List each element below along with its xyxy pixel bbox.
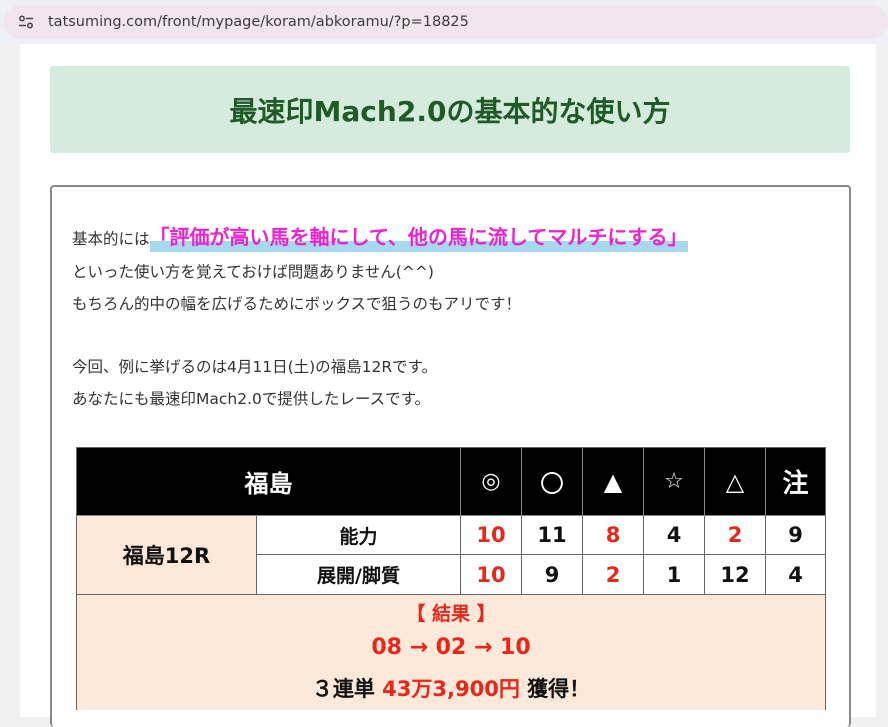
development-value: 12	[705, 555, 766, 595]
result-block: 【 結果 】 08 → 02 → 10 ３連単 43万3,900円 獲得！	[77, 595, 825, 710]
paragraph-5: あなたにも最速印Mach2.0で提供したレースです。	[72, 390, 431, 408]
race-name: 福島12R	[77, 516, 257, 595]
ability-value: 9	[766, 516, 825, 555]
highlight-text: 「評価が高い馬を軸にして、他の馬に流してマルチにする」	[149, 225, 688, 249]
venue-header: 福島	[77, 448, 461, 516]
development-value: 1	[644, 555, 705, 595]
url-text[interactable]: tatsuming.com/front/mypage/koram/abkoram…	[48, 12, 469, 32]
ability-value: 10	[461, 516, 522, 555]
article-title-box: 最速印Mach2.0の基本的な使い方	[50, 66, 850, 153]
payout-suffix: 獲得！	[519, 677, 591, 701]
tune-icon[interactable]	[18, 14, 34, 30]
paragraph-3: もちろん的中の幅を広げるためにボックスで狙うのもアリです！	[72, 295, 522, 313]
url-field[interactable]: tatsuming.com/front/mypage/koram/abkoram…	[4, 5, 888, 39]
ability-value: 11	[522, 516, 583, 555]
mark-hoshi: ☆	[644, 448, 705, 516]
payout-prefix: ３連単	[311, 677, 383, 701]
mark-tanana: ▲	[583, 448, 644, 516]
result-header: 【 結果 】	[406, 603, 496, 625]
mark-chui: 注	[766, 448, 825, 516]
article-body: 基本的には 「評価が高い馬を軸にして、他の馬に流してマルチにする」 といった使い方…	[50, 185, 851, 727]
development-value: 4	[766, 555, 825, 595]
payout-line: ３連単 43万3,900円 獲得！	[77, 673, 825, 703]
payout-amount: 43万3,900円	[382, 677, 520, 701]
paragraph-1-prefix: 基本的には	[72, 230, 150, 248]
development-value: 9	[522, 555, 583, 595]
paragraph-1: 基本的には 「評価が高い馬を軸にして、他の馬に流してマルチにする」	[72, 225, 688, 252]
row-label-development: 展開/脚質	[257, 555, 461, 595]
mark-taikou: 〇	[522, 448, 583, 516]
development-value: 10	[461, 555, 522, 595]
race-table: 福島 ◎ 〇 ▲ ☆ △ 注 福島12R 能力 10 11 8 4 2 9 展開…	[76, 447, 826, 710]
mark-renshita: △	[705, 448, 766, 516]
paragraph-2: といった使い方を覚えておけば問題ありません(^^)	[72, 263, 434, 281]
ability-value: 2	[705, 516, 766, 555]
row-label-ability: 能力	[257, 516, 461, 555]
highlight-quote: 「評価が高い馬を軸にして、他の馬に流してマルチにする」	[149, 225, 688, 252]
paragraph-4: 今回、例に挙げるのは4月11日(土)の福島12Rです。	[72, 358, 438, 376]
mark-honmei: ◎	[461, 448, 522, 516]
ability-value: 4	[644, 516, 705, 555]
result-order: 08 → 02 → 10	[371, 635, 531, 660]
ability-value: 8	[583, 516, 644, 555]
browser-address-bar: tatsuming.com/front/mypage/koram/abkoram…	[0, 0, 888, 44]
development-value: 2	[583, 555, 644, 595]
article-title: 最速印Mach2.0の基本的な使い方	[229, 94, 671, 128]
page-content: 最速印Mach2.0の基本的な使い方 基本的には 「評価が高い馬を軸にして、他の馬…	[20, 44, 876, 727]
